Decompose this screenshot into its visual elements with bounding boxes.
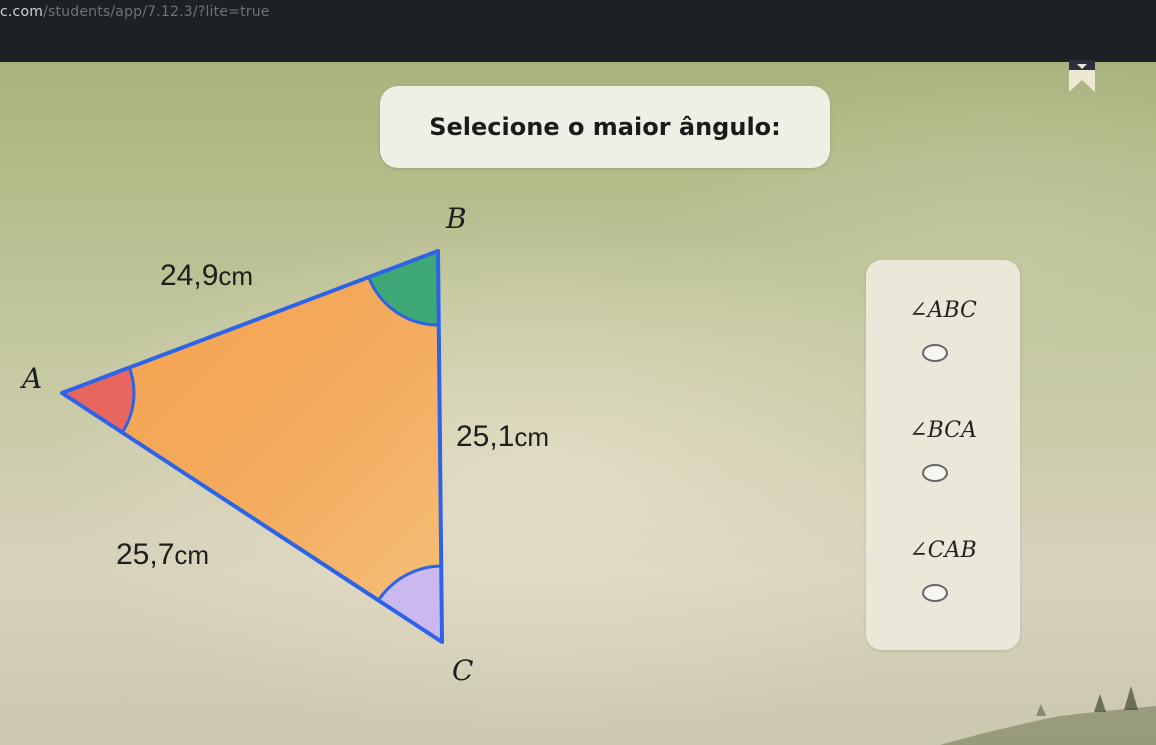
vertex-label-a: A: [19, 362, 42, 395]
choice-abc[interactable]: ∠ABC: [866, 298, 1020, 398]
side-label-ac: 25,7cm: [116, 538, 209, 571]
triangle-body: [62, 251, 442, 642]
side-bc-value: 25,1: [456, 420, 514, 453]
radio-button[interactable]: [922, 584, 948, 602]
choice-label: ∠BCA: [909, 418, 977, 443]
radio-button[interactable]: [922, 464, 948, 482]
side-ab-unit: cm: [218, 261, 253, 291]
side-bc-unit: cm: [514, 422, 549, 452]
side-label-ab: 24,9cm: [160, 259, 253, 292]
vertex-label-b: B: [445, 202, 467, 235]
radio-button[interactable]: [922, 344, 948, 362]
side-ac-unit: cm: [174, 540, 209, 570]
vertex-label-c: C: [452, 654, 473, 687]
side-ab-value: 24,9: [160, 259, 218, 292]
choice-bca[interactable]: ∠BCA: [866, 418, 1020, 518]
answer-choices-panel: ∠ABC ∠BCA ∠CAB: [866, 260, 1020, 650]
side-ac-value: 25,7: [116, 538, 174, 571]
choice-cab[interactable]: ∠CAB: [866, 538, 1020, 638]
choice-label: ∠CAB: [909, 538, 977, 563]
side-label-bc: 25,1cm: [456, 420, 549, 453]
choice-label: ∠ABC: [909, 298, 977, 323]
